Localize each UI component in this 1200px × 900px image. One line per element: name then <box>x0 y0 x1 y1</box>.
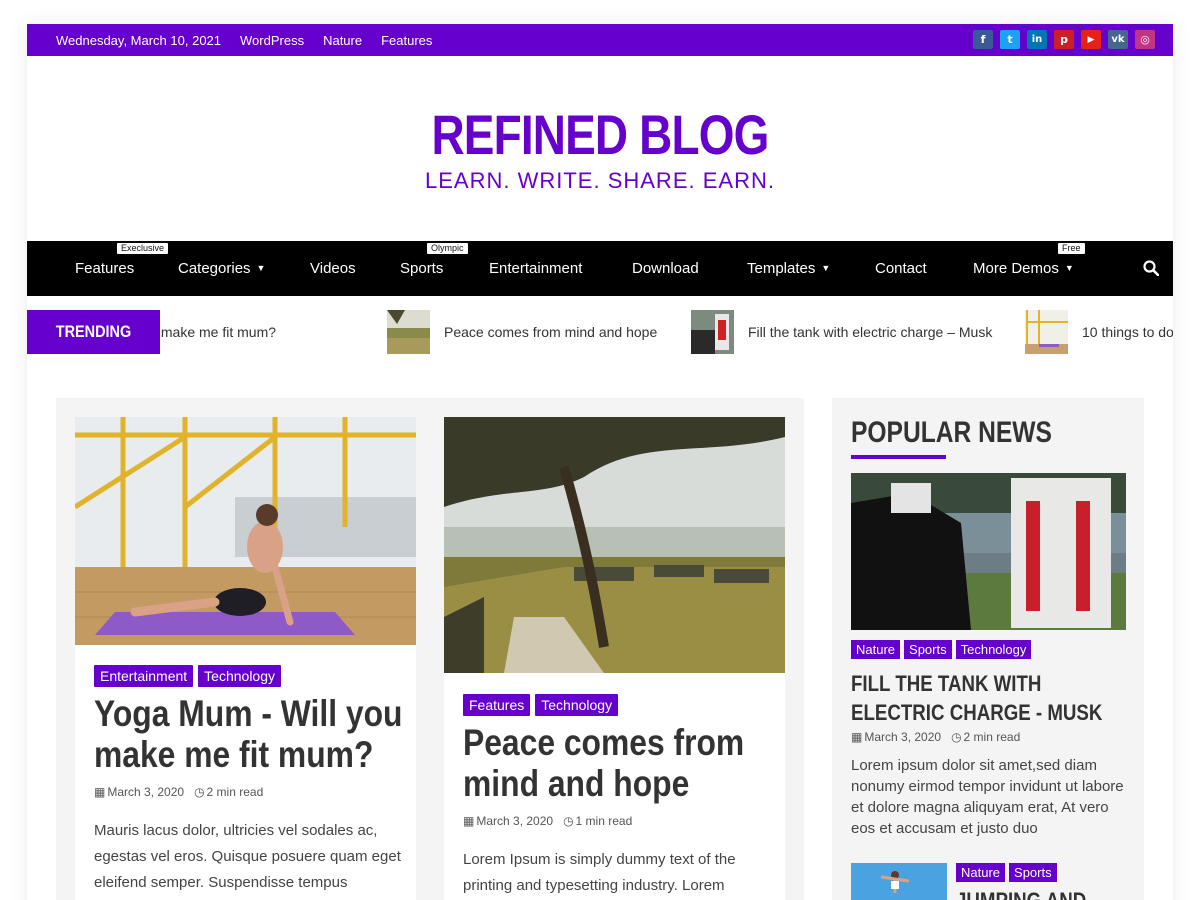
linkedin-icon[interactable]: in <box>1027 30 1047 49</box>
nav-label: Categories <box>178 260 251 277</box>
popular-post-meta: ▦ March 3, 2020 ◷ 2 min read <box>851 730 1020 744</box>
caret-down-icon: ▼ <box>256 263 266 273</box>
pinterest-icon[interactable]: p <box>1054 30 1074 49</box>
category-tag[interactable]: Technology <box>198 665 281 687</box>
top-bar: Wednesday, March 10, 2021 WordPress Natu… <box>27 24 1173 56</box>
popular-image-tesla[interactable] <box>851 473 1126 630</box>
clock-icon: ◷ <box>951 730 962 744</box>
top-link-wordpress[interactable]: WordPress <box>240 33 304 48</box>
trending-thumbnail <box>691 310 734 354</box>
nav-label: Contact <box>875 260 927 277</box>
calendar-icon: ▦ <box>851 730 863 744</box>
current-date: Wednesday, March 10, 2021 <box>56 32 222 48</box>
popular-categories: Nature Sports Technology <box>851 640 1032 659</box>
trending-item[interactable]: 10 things to do <box>1025 310 1173 354</box>
category-tag[interactable]: Technology <box>955 640 1032 659</box>
post-title[interactable]: Yoga Mum - Will you make me fit mum? <box>94 693 421 775</box>
clock-icon: ◷ <box>563 814 574 828</box>
post-read-time: 2 min read <box>963 730 1021 744</box>
nav-label: Features <box>75 260 135 277</box>
category-tag[interactable]: Nature <box>851 640 901 659</box>
category-tag[interactable]: Entertainment <box>94 665 194 687</box>
site-tagline: LEARN. WRITE. SHARE. EARN. <box>425 168 775 193</box>
post-title[interactable]: Peace comes from mind and hope <box>463 722 790 804</box>
sidebar-title-underline <box>851 455 946 459</box>
popular-categories: Nature Sports <box>956 863 1057 882</box>
page: Wednesday, March 10, 2021 WordPress Natu… <box>27 24 1173 900</box>
nav-badge-exclusive: Execlusive <box>117 243 169 254</box>
post-read-time: 2 min read <box>206 785 264 799</box>
nav-label: Download <box>632 260 699 277</box>
post-categories: Entertainment Technology <box>94 665 281 687</box>
nav-label: More Demos <box>973 260 1059 277</box>
youtube-icon[interactable]: ▶ <box>1081 30 1101 49</box>
trending-thumbnail <box>387 310 430 354</box>
trending-item-title: Fill the tank with electric charge – Mus… <box>748 324 993 340</box>
nav-label: Entertainment <box>489 260 583 277</box>
trending-item-title: 10 things to do <box>1082 324 1173 340</box>
post-meta: ▦ March 3, 2020 ◷ 2 min read <box>94 785 263 799</box>
trending-ticker: TRENDING NEWS Yoga Mum – Will you make m… <box>27 310 1173 354</box>
nav-item-categories[interactable]: Categories ▼ <box>178 241 265 296</box>
sidebar-title: POPULAR NEWS <box>851 416 1052 449</box>
top-link-nature[interactable]: Nature <box>323 33 362 48</box>
main-nav: Features Execlusive Categories ▼ Videos S… <box>27 241 1173 296</box>
calendar-icon: ▦ <box>94 785 106 799</box>
category-tag[interactable]: Features <box>463 694 531 716</box>
twitter-icon[interactable]: t <box>1000 30 1020 49</box>
social-links: f t in p ▶ vk ◎ <box>973 30 1155 49</box>
vk-icon[interactable]: vk <box>1108 30 1128 49</box>
trending-label-text: TRENDING NEWS <box>55 322 132 341</box>
post-card: Features Technology Peace comes from min… <box>444 417 785 900</box>
popular-thumbnail-jumping[interactable] <box>851 863 947 900</box>
category-tag[interactable]: Sports <box>904 640 952 659</box>
nav-item-contact[interactable]: Contact <box>875 241 927 296</box>
caret-down-icon: ▼ <box>1064 263 1074 273</box>
nav-item-templates[interactable]: Templates ▼ <box>747 241 830 296</box>
nav-badge-olympic: Olympic <box>427 243 468 254</box>
post-date: March 3, 2020 <box>476 814 554 828</box>
post-categories: Features Technology <box>463 694 619 716</box>
trending-item[interactable]: Fill the tank with electric charge – Mus… <box>691 310 992 354</box>
popular-post-title[interactable]: JUMPING AND <box>956 886 1109 900</box>
facebook-icon[interactable]: f <box>973 30 993 49</box>
post-read-time: 1 min read <box>575 814 633 828</box>
calendar-icon: ▦ <box>463 814 475 828</box>
category-tag[interactable]: Sports <box>1009 863 1057 882</box>
nav-label: Sports <box>400 260 444 277</box>
category-tag[interactable]: Nature <box>956 863 1006 882</box>
instagram-icon[interactable]: ◎ <box>1135 30 1155 49</box>
post-card: Entertainment Technology Yoga Mum - Will… <box>75 417 416 900</box>
trending-item[interactable]: Peace comes from mind and hope <box>387 310 657 354</box>
nav-item-entertainment[interactable]: Entertainment <box>489 241 582 296</box>
popular-post-title[interactable]: FILL THE TANK WITH ELECTRIC CHARGE - MUS… <box>851 669 1106 727</box>
caret-down-icon: ▼ <box>821 263 831 273</box>
category-tag[interactable]: Technology <box>535 694 619 716</box>
post-date: March 3, 2020 <box>107 785 185 799</box>
nav-item-download[interactable]: Download <box>632 241 699 296</box>
nav-item-videos[interactable]: Videos <box>310 241 356 296</box>
post-meta: ▦ March 3, 2020 ◷ 1 min read <box>463 814 632 828</box>
clock-icon: ◷ <box>194 785 205 799</box>
post-excerpt: Mauris lacus dolor, ultricies vel sodale… <box>94 822 401 891</box>
post-image-landscape[interactable] <box>444 417 785 673</box>
top-link-features[interactable]: Features <box>381 33 432 48</box>
trending-label: TRENDING NEWS <box>27 310 160 354</box>
site-title[interactable]: REFINED BLOG <box>130 102 1070 167</box>
post-date: March 3, 2020 <box>864 730 942 744</box>
popular-post-excerpt: Lorem ipsum dolor sit amet,sed diam nonu… <box>851 757 1124 837</box>
trending-item-title: Peace comes from mind and hope <box>444 324 658 340</box>
search-icon[interactable] <box>1143 260 1159 276</box>
post-image-yoga[interactable] <box>75 417 416 645</box>
nav-label: Videos <box>310 260 356 277</box>
nav-label: Templates <box>747 260 816 277</box>
nav-badge-free: Free <box>1058 243 1085 254</box>
post-excerpt: Lorem Ipsum is simply dummy text of the … <box>463 851 736 894</box>
top-bar-left: Wednesday, March 10, 2021 WordPress Natu… <box>56 24 432 56</box>
trending-thumbnail <box>1025 310 1068 354</box>
